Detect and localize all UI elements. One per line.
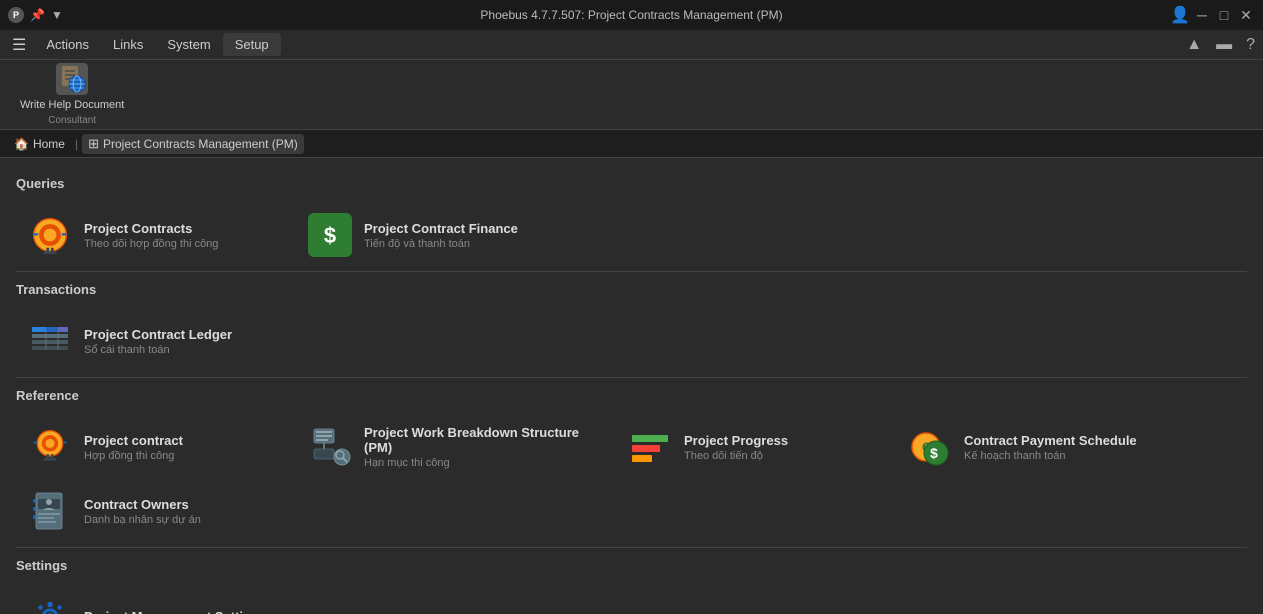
- card-project-contract-ledger[interactable]: Project Contract Ledger Sổ cái thanh toá…: [16, 311, 296, 371]
- menu-system[interactable]: System: [155, 33, 222, 56]
- reference-divider: [16, 377, 1247, 378]
- project-contracts-title: Project Contracts: [84, 221, 218, 236]
- project-contract-finance-icon: $: [308, 213, 352, 257]
- card-project-contract-finance[interactable]: $ Project Contract Finance Tiến độ và th…: [296, 205, 576, 265]
- svg-text:$: $: [930, 445, 938, 461]
- collapse-icon[interactable]: ▲: [1182, 34, 1206, 56]
- project-contract-icon: [28, 425, 72, 469]
- contract-payment-schedule-text: Contract Payment Schedule Kế hoạch thanh…: [964, 433, 1137, 462]
- card-project-progress[interactable]: Project Progress Theo dõi tiến độ: [616, 417, 896, 477]
- menu-actions[interactable]: Actions: [34, 33, 101, 56]
- titlebar: P 📌 ▼ Phoebus 4.7.7.507: Project Contrac…: [0, 0, 1263, 30]
- contract-owners-icon: [28, 489, 72, 533]
- menubar-right: ▲ ▬ ?: [1182, 34, 1259, 56]
- close-button[interactable]: ✕: [1237, 6, 1255, 24]
- breadcrumb-pm[interactable]: ⊞ Project Contracts Management (PM): [82, 134, 304, 154]
- breadcrumb-separator: |: [75, 137, 78, 151]
- contract-payment-schedule-title: Contract Payment Schedule: [964, 433, 1137, 448]
- main-content: Queries Project Contracts Theo dõi hợp đ…: [0, 158, 1263, 614]
- app-logo: P: [8, 7, 24, 23]
- project-contract-ledger-icon: [28, 319, 72, 363]
- breadcrumb-pm-label: Project Contracts Management (PM): [103, 137, 298, 151]
- home-icon: 🏠: [14, 137, 29, 151]
- contract-payment-schedule-sub: Kế hoạch thanh toán: [964, 450, 1137, 462]
- write-help-label: Write Help Document: [20, 99, 124, 111]
- project-contracts-text: Project Contracts Theo dõi hợp đồng thi …: [84, 221, 218, 250]
- settings-divider: [16, 547, 1247, 548]
- reference-section-header: Reference: [16, 388, 1247, 407]
- card-contract-owners[interactable]: Contract Owners Danh bạ nhân sự dự án: [16, 481, 296, 541]
- card-project-contracts[interactable]: Project Contracts Theo dõi hợp đồng thi …: [16, 205, 296, 265]
- breadcrumb-home[interactable]: 🏠 Home: [8, 135, 71, 153]
- project-contract-text: Project contract Hợp đồng thi công: [84, 433, 183, 462]
- transactions-cards: Project Contract Ledger Sổ cái thanh toá…: [16, 311, 1247, 371]
- project-wbs-text: Project Work Breakdown Structure (PM) Hạ…: [364, 425, 604, 469]
- reference-cards: Project contract Hợp đồng thi công: [16, 417, 1247, 477]
- contract-owners-sub: Danh bạ nhân sự dự án: [84, 514, 201, 526]
- titlebar-left: P 📌 ▼: [8, 7, 63, 23]
- breadcrumb-home-label: Home: [33, 137, 65, 151]
- menu-links[interactable]: Links: [101, 33, 155, 56]
- project-contract-finance-sub: Tiến độ và thanh toán: [364, 238, 518, 250]
- settings-cards: Project Management Settings: [16, 587, 1247, 614]
- transactions-divider: [16, 271, 1247, 272]
- card-contract-payment-schedule[interactable]: € $ Contract Payment Schedule Kế hoạch t…: [896, 417, 1176, 477]
- project-contracts-icon: [28, 213, 72, 257]
- project-contract-finance-text: Project Contract Finance Tiến độ và than…: [364, 221, 518, 250]
- project-contract-ledger-text: Project Contract Ledger Sổ cái thanh toá…: [84, 327, 232, 356]
- project-contract-finance-title: Project Contract Finance: [364, 221, 518, 236]
- project-management-settings-icon: [28, 595, 72, 614]
- project-progress-sub: Theo dõi tiến độ: [684, 450, 788, 462]
- minimize-button[interactable]: ─: [1193, 6, 1211, 24]
- queries-section-header: Queries: [16, 176, 1247, 195]
- write-help-button[interactable]: Write Help Document Consultant: [12, 59, 132, 130]
- help-icon[interactable]: ?: [1242, 34, 1259, 56]
- titlebar-arrow[interactable]: ▼: [51, 8, 63, 22]
- breadcrumb-pm-icon: ⊞: [88, 136, 99, 152]
- card-project-contract[interactable]: Project contract Hợp đồng thi công: [16, 417, 296, 477]
- user-icon[interactable]: 👤: [1171, 6, 1189, 24]
- project-progress-icon: [628, 425, 672, 469]
- titlebar-pin[interactable]: 📌: [30, 8, 45, 22]
- project-wbs-title: Project Work Breakdown Structure (PM): [364, 425, 604, 455]
- project-contracts-sub: Theo dõi hợp đồng thi công: [84, 238, 218, 250]
- project-contract-ref-title: Project contract: [84, 433, 183, 448]
- write-help-icon: [56, 63, 88, 95]
- project-contract-ledger-sub: Sổ cái thanh toán: [84, 344, 232, 356]
- card-project-management-settings[interactable]: Project Management Settings: [16, 587, 296, 614]
- menubar: ☰ Actions Links System Setup ▲ ▬ ?: [0, 30, 1263, 60]
- toolbar: Write Help Document Consultant: [0, 60, 1263, 130]
- project-contract-ledger-title: Project Contract Ledger: [84, 327, 232, 342]
- settings-section-header: Settings: [16, 558, 1247, 577]
- titlebar-controls: 👤 ─ □ ✕: [1171, 6, 1255, 24]
- svg-text:$: $: [324, 223, 336, 248]
- contract-owners-title: Contract Owners: [84, 497, 201, 512]
- breadcrumb: 🏠 Home | ⊞ Project Contracts Management …: [0, 130, 1263, 158]
- queries-cards: Project Contracts Theo dõi hợp đồng thi …: [16, 205, 1247, 265]
- contract-payment-schedule-icon: € $: [908, 425, 952, 469]
- titlebar-title: Phoebus 4.7.7.507: Project Contracts Man…: [480, 8, 782, 22]
- project-progress-title: Project Progress: [684, 433, 788, 448]
- reference-owners-row: Contract Owners Danh bạ nhân sự dự án: [16, 481, 1247, 541]
- write-help-sub: Consultant: [48, 115, 96, 126]
- card-project-wbs[interactable]: Project Work Breakdown Structure (PM) Hạ…: [296, 417, 616, 477]
- project-management-settings-text: Project Management Settings: [84, 609, 266, 614]
- project-wbs-icon: [308, 425, 352, 469]
- project-contract-ref-sub: Hợp đồng thi công: [84, 450, 183, 462]
- maximize-button[interactable]: □: [1215, 6, 1233, 24]
- hamburger-menu[interactable]: ☰: [4, 31, 34, 59]
- project-management-settings-title: Project Management Settings: [84, 609, 266, 614]
- transactions-section-header: Transactions: [16, 282, 1247, 301]
- project-progress-text: Project Progress Theo dõi tiến độ: [684, 433, 788, 462]
- window-icon[interactable]: ▬: [1212, 34, 1236, 56]
- contract-owners-text: Contract Owners Danh bạ nhân sự dự án: [84, 497, 201, 526]
- project-wbs-sub: Hạn mục thi công: [364, 457, 604, 469]
- menu-setup[interactable]: Setup: [223, 33, 281, 56]
